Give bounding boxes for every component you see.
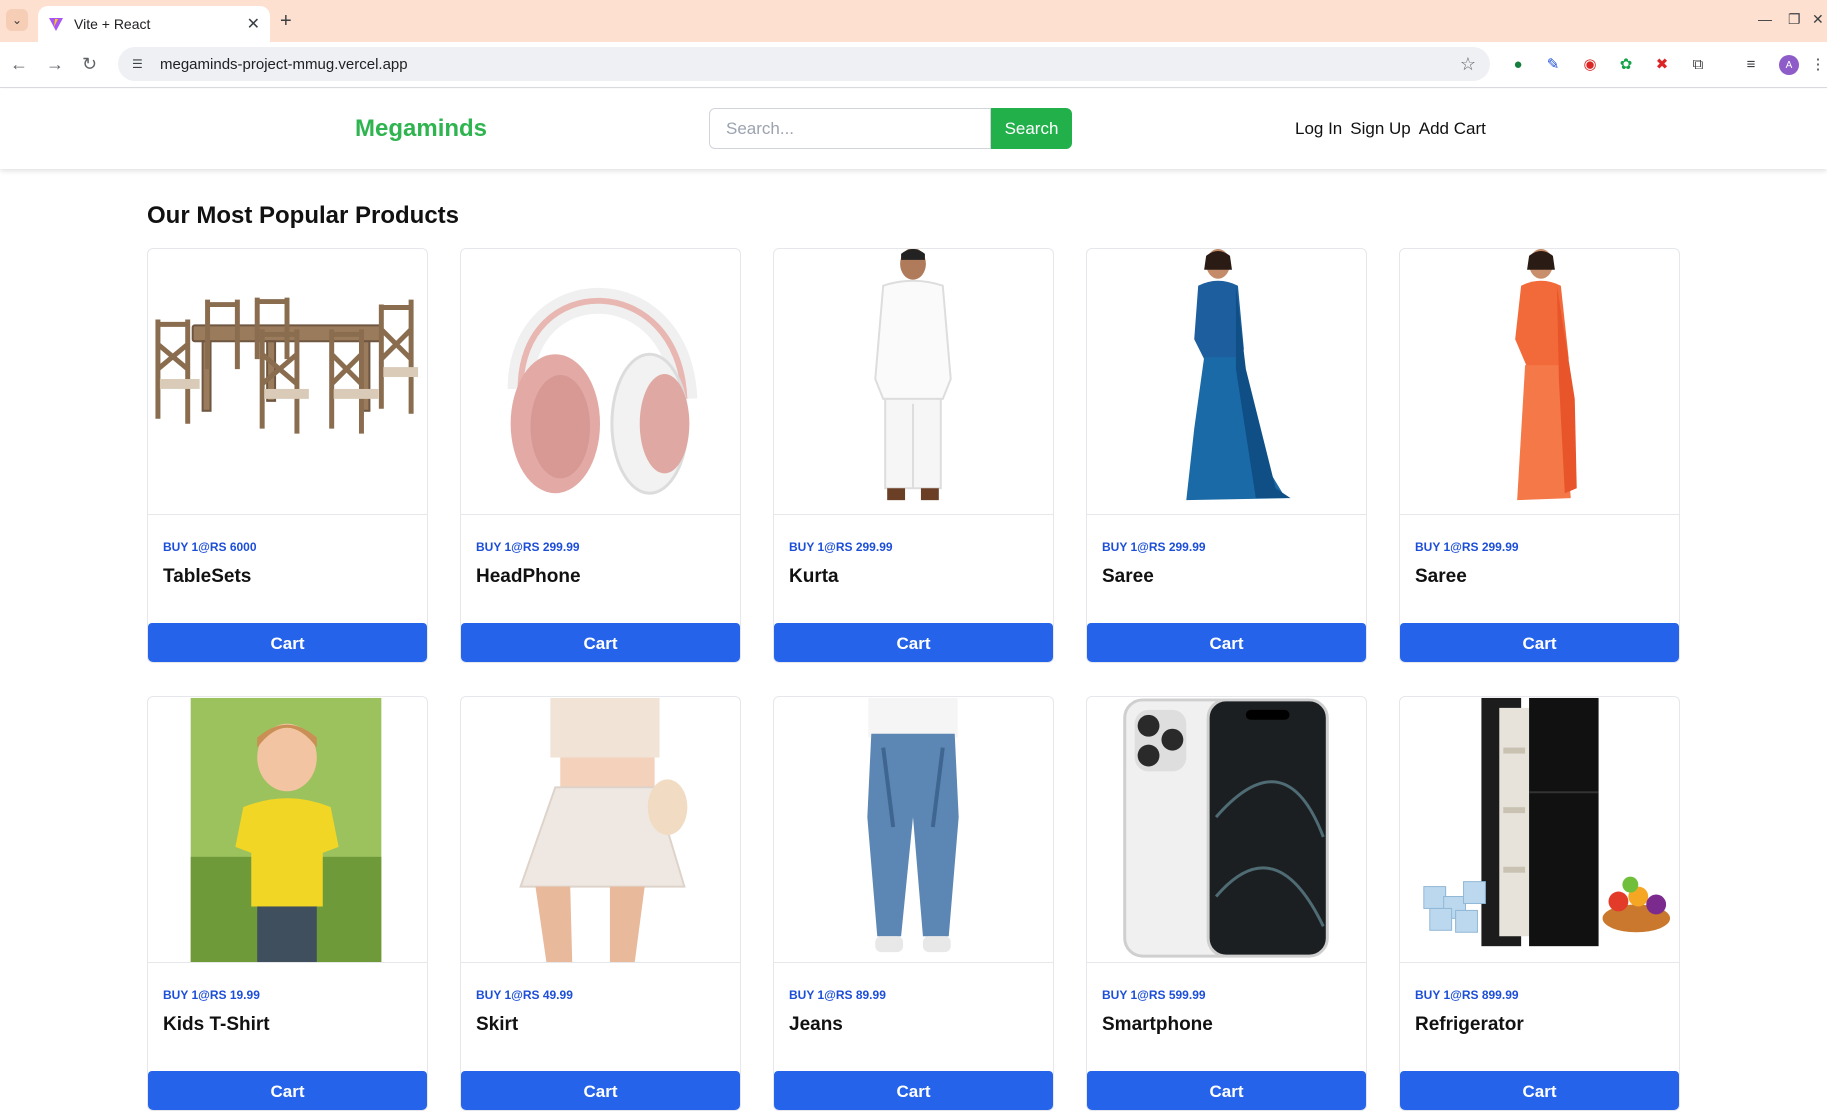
product-name: Saree	[1415, 566, 1467, 587]
product-price: Buy 1@Rs 19.99	[163, 988, 260, 1002]
new-tab-icon[interactable]: +	[280, 10, 292, 32]
product-name: Saree	[1102, 566, 1154, 587]
product-name: Jeans	[789, 1014, 843, 1035]
product-card: Buy 1@Rs 89.99 Jeans Cart	[773, 696, 1054, 1111]
product-price: Buy 1@Rs 299.99	[789, 540, 893, 554]
opera-extension-icon[interactable]: ◉	[1580, 54, 1600, 74]
product-image-refrigerator[interactable]	[1400, 697, 1679, 963]
product-card: Buy 1@Rs 19.99 Kids T-Shirt Cart	[147, 696, 428, 1111]
product-image-orange-saree[interactable]	[1400, 249, 1679, 515]
product-image-dining-table[interactable]	[148, 249, 427, 515]
product-name: Smartphone	[1102, 1014, 1213, 1035]
add-to-cart-button[interactable]: Cart	[1400, 623, 1679, 662]
product-price: Buy 1@Rs 49.99	[476, 988, 573, 1002]
product-name: TableSets	[163, 566, 252, 587]
bookmark-star-icon[interactable]: ☆	[1460, 54, 1476, 75]
close-window-icon[interactable]: ✕	[1812, 11, 1824, 28]
product-card: Buy 1@Rs 299.99 Saree Cart	[1086, 248, 1367, 663]
tab-title: Vite + React	[74, 16, 151, 32]
restore-icon[interactable]: ❐	[1788, 11, 1801, 28]
product-price: Buy 1@Rs 299.99	[1102, 540, 1206, 554]
product-card: Buy 1@Rs 599.99 Smartphone Cart	[1086, 696, 1367, 1111]
product-image-kids-tshirt[interactable]	[148, 697, 427, 963]
browser-tab[interactable]: Vite + React ✕	[38, 6, 270, 42]
product-price: Buy 1@Rs 89.99	[789, 988, 886, 1002]
product-card: Buy 1@Rs 6000 TableSets Cart	[147, 248, 428, 663]
product-name: Skirt	[476, 1014, 519, 1035]
header-nav: Log In Sign Up Add Cart	[1295, 119, 1486, 139]
product-image-headphones[interactable]	[461, 249, 740, 515]
section-title: Our Most Popular Products	[147, 202, 460, 229]
close-tab-icon[interactable]: ✕	[247, 14, 260, 34]
pen-extension-icon[interactable]: ✎	[1543, 54, 1563, 74]
add-to-cart-button[interactable]: Cart	[1400, 1071, 1679, 1110]
product-name: Kids T-Shirt	[163, 1014, 270, 1035]
tools-extension-icon[interactable]: ✖	[1652, 54, 1672, 74]
minimize-icon[interactable]: —	[1758, 11, 1772, 27]
product-name: Kurta	[789, 566, 839, 587]
product-image-blue-saree[interactable]	[1087, 249, 1366, 515]
browser-toolbar: ← → ↻ ☰ megaminds-project-mmug.vercel.ap…	[0, 42, 1827, 88]
forward-icon[interactable]: →	[46, 54, 64, 75]
product-image-jeans[interactable]	[774, 697, 1053, 963]
signup-link[interactable]: Sign Up	[1350, 119, 1410, 139]
product-card: Buy 1@Rs 899.99 Refrigerator Cart	[1399, 696, 1680, 1111]
search-input[interactable]	[709, 108, 991, 149]
add-cart-link[interactable]: Add Cart	[1419, 119, 1486, 139]
color-extension-icon[interactable]: ✿	[1616, 54, 1636, 74]
product-card: Buy 1@Rs 299.99 Saree Cart	[1399, 248, 1680, 663]
login-link[interactable]: Log In	[1295, 119, 1342, 139]
product-price: Buy 1@Rs 299.99	[476, 540, 580, 554]
product-card: Buy 1@Rs 299.99 Kurta Cart	[773, 248, 1054, 663]
browser-tab-bar: ⌄ Vite + React ✕ + — ❐ ✕	[0, 0, 1827, 42]
product-price: Buy 1@Rs 299.99	[1415, 540, 1519, 554]
add-to-cart-button[interactable]: Cart	[774, 1071, 1053, 1110]
site-info-icon[interactable]: ☰	[132, 57, 150, 71]
reload-icon[interactable]: ↻	[82, 54, 97, 75]
tab-search-chevron-icon[interactable]: ⌄	[6, 9, 28, 31]
add-to-cart-button[interactable]: Cart	[148, 1071, 427, 1110]
product-price: Buy 1@Rs 899.99	[1415, 988, 1519, 1002]
product-price: Buy 1@Rs 6000	[163, 540, 257, 554]
product-card: Buy 1@Rs 49.99 Skirt Cart	[460, 696, 741, 1111]
product-price: Buy 1@Rs 599.99	[1102, 988, 1206, 1002]
vite-favicon-icon	[49, 18, 63, 31]
product-image-kurta[interactable]	[774, 249, 1053, 515]
url-text[interactable]: megaminds-project-mmug.vercel.app	[160, 56, 1460, 73]
brand-logo[interactable]: Megaminds	[355, 115, 487, 143]
add-to-cart-button[interactable]: Cart	[461, 623, 740, 662]
add-to-cart-button[interactable]: Cart	[774, 623, 1053, 662]
grammarly-extension-icon[interactable]: ●	[1508, 54, 1528, 74]
profile-avatar[interactable]: A	[1779, 55, 1799, 75]
add-to-cart-button[interactable]: Cart	[1087, 623, 1366, 662]
product-grid: Buy 1@Rs 6000 TableSets Cart Buy 1@Rs 29…	[147, 248, 1683, 1111]
add-to-cart-button[interactable]: Cart	[148, 623, 427, 662]
search-button[interactable]: Search	[991, 108, 1072, 149]
site-header: Megaminds Search Log In Sign Up Add Cart	[0, 89, 1827, 169]
back-icon[interactable]: ←	[10, 54, 28, 75]
product-name: Refrigerator	[1415, 1014, 1524, 1035]
add-to-cart-button[interactable]: Cart	[461, 1071, 740, 1110]
extensions-puzzle-icon[interactable]: ⧉	[1688, 54, 1708, 74]
search-form: Search	[709, 108, 1072, 149]
address-bar[interactable]: ☰ megaminds-project-mmug.vercel.app ☆	[118, 47, 1490, 81]
product-name: HeadPhone	[476, 566, 581, 587]
add-to-cart-button[interactable]: Cart	[1087, 1071, 1366, 1110]
product-card: Buy 1@Rs 299.99 HeadPhone Cart	[460, 248, 741, 663]
browser-menu-icon[interactable]: ⋮	[1808, 54, 1827, 74]
product-image-smartphone[interactable]	[1087, 697, 1366, 963]
product-image-skirt[interactable]	[461, 697, 740, 963]
media-control-icon[interactable]: ≡	[1741, 54, 1761, 74]
